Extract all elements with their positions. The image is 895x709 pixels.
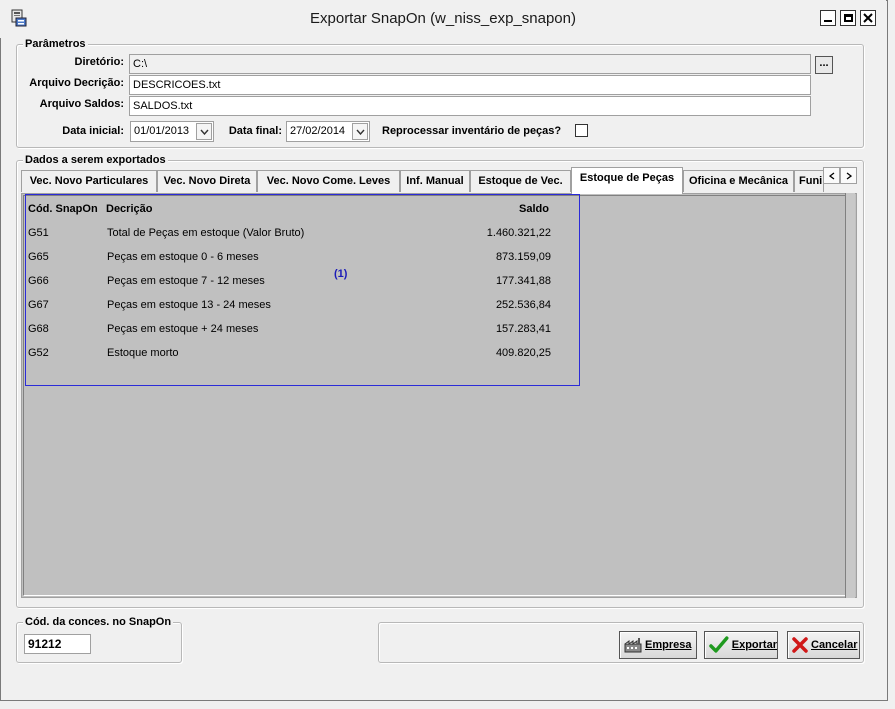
- row-description: Total de Peças em estoque (Valor Bruto): [107, 227, 305, 239]
- row-saldo: 873.159,09: [495, 251, 551, 263]
- concessionaria-code-field[interactable]: 91212: [24, 634, 91, 654]
- row-code: G67: [28, 299, 49, 311]
- tab-oficina-e-mecanica[interactable]: Oficina e Mecânica: [683, 170, 794, 192]
- arquivo-decricao-field[interactable]: DESCRICOES.txt: [129, 75, 811, 95]
- report-marker: (1): [334, 268, 348, 280]
- reprocessar-checkbox[interactable]: [575, 124, 588, 137]
- row-description: Peças em estoque 0 - 6 meses: [107, 251, 259, 263]
- column-header-decricao: Decrição: [106, 203, 153, 215]
- data-inicial-value: 01/01/2013: [134, 125, 190, 137]
- tab-vec-novo-come-leves[interactable]: Vec. Novo Come. Leves: [257, 170, 400, 192]
- row-description: Peças em estoque 13 - 24 meses: [107, 299, 271, 311]
- diretorio-label: Diretório:: [74, 56, 125, 68]
- row-code: G52: [28, 347, 49, 359]
- row-saldo: 157.283,41: [495, 323, 551, 335]
- empresa-button-label: Empresa: [645, 639, 692, 651]
- cancel-x-icon: [792, 637, 808, 653]
- minimize-button[interactable]: [820, 10, 836, 26]
- diretorio-field[interactable]: C:\: [129, 54, 811, 74]
- chevron-down-icon: [355, 129, 365, 135]
- column-header-saldo: Saldo: [519, 203, 549, 215]
- cancelar-button[interactable]: Cancelar: [787, 631, 860, 659]
- row-code: G66: [28, 275, 49, 287]
- reprocessar-label: Reprocessar inventário de peças?: [382, 125, 562, 137]
- parametros-group-title: Parâmetros: [23, 38, 88, 51]
- window-title: Exportar SnapOn (w_niss_exp_snapon): [310, 10, 576, 27]
- arquivo-saldos-field[interactable]: SALDOS.txt: [129, 96, 811, 116]
- chevron-down-icon: [199, 129, 209, 135]
- tab-scroll-right-button[interactable]: [840, 167, 857, 184]
- row-saldo: 177.341,88: [495, 275, 551, 287]
- panel-vertical-divider: [845, 193, 855, 598]
- exportar-button-label: Exportar: [731, 639, 777, 651]
- tab-scroll-left-button[interactable]: [823, 167, 840, 184]
- data-final-dropdown-button[interactable]: [352, 123, 368, 140]
- row-code: G68: [28, 323, 49, 335]
- data-inicial-label: Data inicial:: [62, 125, 124, 137]
- title-bar[interactable]: Exportar SnapOn (w_niss_exp_snapon): [0, 0, 886, 38]
- maximize-button[interactable]: [840, 10, 856, 26]
- row-description: Estoque morto: [107, 347, 179, 359]
- tab-estoque-de-pecas[interactable]: Estoque de Peças: [571, 167, 683, 194]
- data-final-dropdown[interactable]: 27/02/2014: [286, 121, 370, 142]
- data-inicial-dropdown[interactable]: 01/01/2013: [130, 121, 214, 142]
- tab-funi[interactable]: Funi: [794, 170, 824, 192]
- column-header-cod-snapon: Cód. SnapOn: [28, 203, 98, 215]
- factory-icon: [624, 638, 642, 653]
- data-final-value: 27/02/2014: [290, 125, 346, 137]
- check-icon: [709, 636, 729, 653]
- data-inicial-dropdown-button[interactable]: [196, 123, 212, 140]
- row-code: G65: [28, 251, 49, 263]
- exportar-button[interactable]: Exportar: [704, 631, 778, 659]
- tab-vec-novo-direta[interactable]: Vec. Novo Direta: [157, 170, 257, 192]
- minimize-icon: [824, 20, 832, 22]
- maximize-icon: [843, 14, 853, 22]
- row-description: Peças em estoque 7 - 12 meses: [107, 275, 265, 287]
- row-saldo: 409.820,25: [495, 347, 551, 359]
- chevron-right-icon: [846, 171, 852, 180]
- dados-group-title: Dados a serem exportados: [23, 154, 168, 167]
- arquivo-decricao-label: Arquivo Decrição:: [29, 77, 124, 89]
- data-final-label: Data final:: [228, 125, 282, 137]
- close-button[interactable]: [860, 10, 876, 26]
- tab-vec-novo-particulares[interactable]: Vec. Novo Particulares: [21, 170, 157, 192]
- browse-directory-button[interactable]: ...: [815, 56, 833, 74]
- row-saldo: 252.536,84: [495, 299, 551, 311]
- cancelar-button-label: Cancelar: [811, 639, 858, 651]
- row-description: Peças em estoque + 24 meses: [107, 323, 259, 335]
- empresa-button[interactable]: Empresa: [619, 631, 697, 659]
- row-saldo: 1.460.321,22: [486, 227, 551, 239]
- tab-estoque-de-vec[interactable]: Estoque de Vec.: [470, 170, 571, 192]
- arquivo-saldos-label: Arquivo Saldos:: [39, 98, 124, 110]
- close-icon: [863, 13, 873, 23]
- chevron-left-icon: [828, 171, 834, 180]
- row-code: G51: [28, 227, 49, 239]
- concessionaria-group-title: Cód. da conces. no SnapOn: [23, 616, 174, 629]
- tab-inf-manual[interactable]: Inf. Manual: [400, 170, 470, 192]
